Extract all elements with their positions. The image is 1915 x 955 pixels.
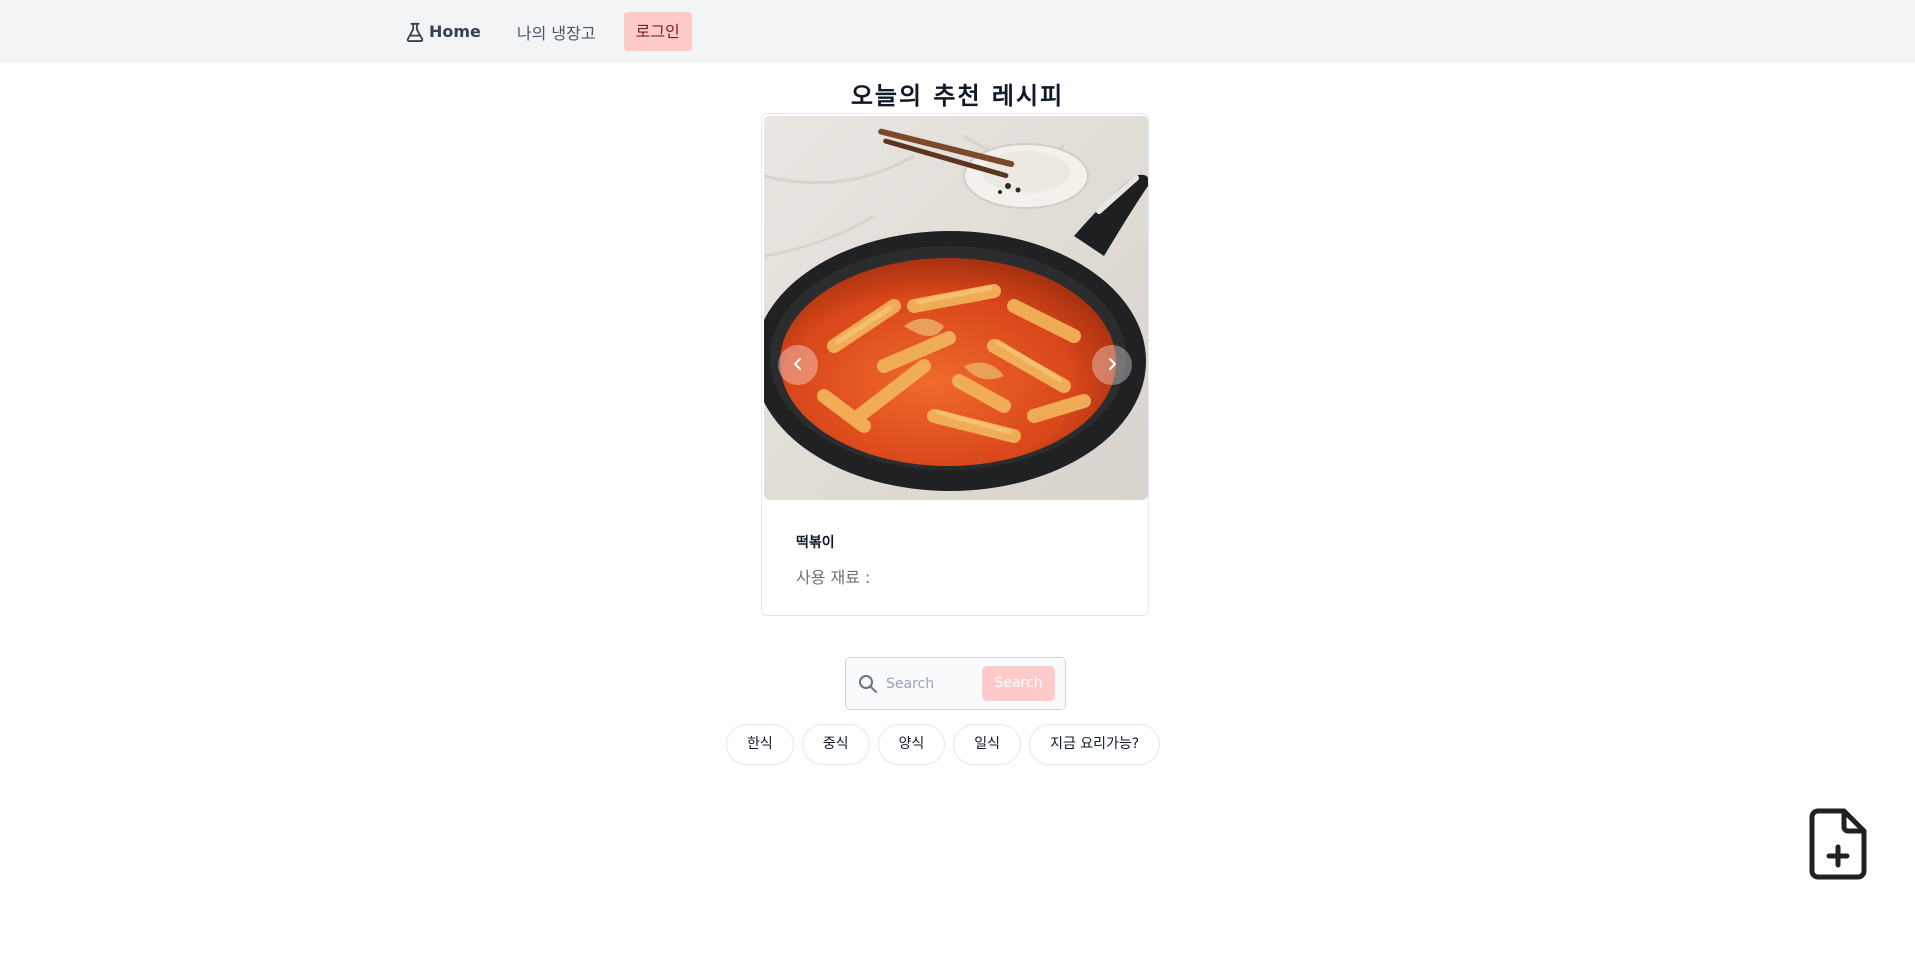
chevron-left-icon: [791, 356, 805, 375]
search-icon: [858, 674, 878, 698]
category-chip-chinese[interactable]: 중식: [801, 724, 870, 765]
search-bar: Search: [845, 657, 1066, 710]
category-filters: 한식 중식 양식 일식 지금 요리가능?: [726, 724, 1161, 765]
add-recipe-button[interactable]: [1806, 807, 1870, 881]
recipe-card[interactable]: 떡볶이 사용 재료 :: [761, 113, 1149, 616]
page-title: 오늘의 추천 레시피: [850, 82, 1065, 110]
nav-links: Home 나의 냉장고 로그인: [404, 12, 692, 51]
search-button[interactable]: Search: [982, 666, 1055, 701]
recipe-name: 떡볶이: [796, 535, 835, 551]
category-chip-korean[interactable]: 한식: [726, 724, 794, 765]
category-chip-cookable-now[interactable]: 지금 요리가능?: [1029, 724, 1161, 765]
nav-fridge-link[interactable]: 나의 냉장고: [517, 20, 596, 44]
flask-icon: [404, 22, 426, 42]
chevron-right-icon: [1105, 356, 1119, 375]
file-plus-icon: [1806, 808, 1870, 885]
login-button[interactable]: 로그인: [623, 12, 692, 51]
carousel-next-button[interactable]: [1092, 345, 1132, 385]
nav-home-link[interactable]: Home: [404, 22, 481, 42]
nav-home-label: Home: [429, 22, 481, 41]
recipe-card-body: 떡볶이 사용 재료 :: [796, 532, 1128, 588]
category-chip-japanese[interactable]: 일식: [953, 724, 1022, 765]
recipe-image: [764, 116, 1148, 500]
category-chip-western[interactable]: 양식: [877, 724, 946, 765]
navbar: Home 나의 냉장고 로그인: [0, 0, 1915, 63]
search-input[interactable]: [886, 672, 976, 696]
recipe-ingredients: 사용 재료 :: [796, 568, 871, 587]
carousel-prev-button[interactable]: [778, 345, 818, 385]
